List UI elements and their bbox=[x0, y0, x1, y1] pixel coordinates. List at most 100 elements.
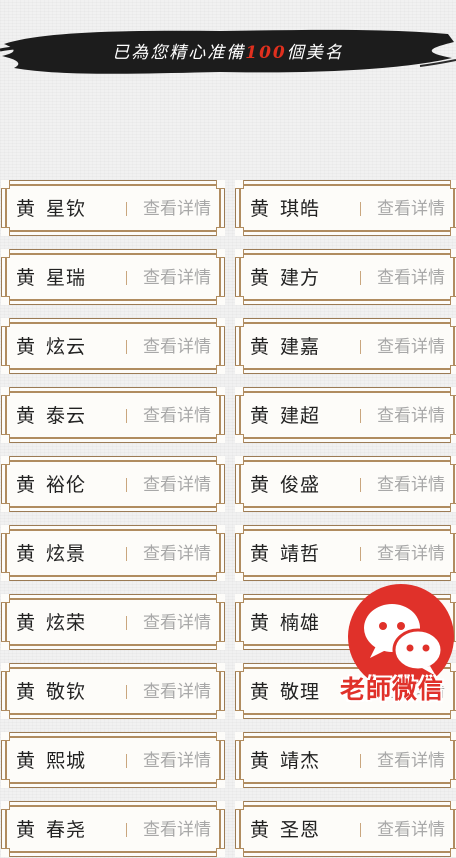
header-banner: 已為您精心准備100個美名 bbox=[0, 22, 456, 80]
view-details-link[interactable]: 查看详情 bbox=[377, 250, 445, 306]
view-details-link[interactable]: 查看详情 bbox=[377, 802, 445, 858]
surname: 黄 bbox=[250, 267, 271, 289]
card-corner-ornament bbox=[235, 318, 244, 327]
card-corner-ornament bbox=[450, 848, 456, 857]
given-name: 炫云 bbox=[46, 336, 87, 358]
card-corner-ornament bbox=[450, 365, 456, 374]
card-corner-ornament bbox=[235, 663, 244, 672]
given-name: 楠雄 bbox=[280, 612, 321, 634]
view-details-link[interactable]: 查看详情 bbox=[143, 388, 211, 444]
name-card[interactable]: 黄建超 查看详情 bbox=[235, 387, 456, 443]
name-card[interactable]: 黄泰云 查看详情 bbox=[1, 387, 225, 443]
view-details-link[interactable]: 查看详情 bbox=[143, 733, 211, 789]
name-card[interactable]: 黄熙城 查看详情 bbox=[1, 732, 225, 788]
name-card[interactable]: 黄炫景 查看详情 bbox=[1, 525, 225, 581]
card-corner-ornament bbox=[216, 572, 225, 581]
card-corner-ornament bbox=[216, 641, 225, 650]
divider bbox=[126, 685, 127, 699]
view-details-link[interactable]: 查看详情 bbox=[377, 319, 445, 375]
surname: 黄 bbox=[250, 819, 271, 841]
given-name: 敬钦 bbox=[46, 681, 87, 703]
name-card[interactable]: 黄星钦 查看详情 bbox=[1, 180, 225, 236]
card-corner-ornament bbox=[216, 732, 225, 741]
card-corner-ornament bbox=[450, 732, 456, 741]
card-corner-ornament bbox=[1, 525, 10, 534]
card-corner-ornament bbox=[450, 227, 456, 236]
full-name: 黄琪皓 bbox=[250, 181, 320, 237]
view-details-link[interactable]: 查看详情 bbox=[143, 250, 211, 306]
name-card[interactable]: 黄裕伦 查看详情 bbox=[1, 456, 225, 512]
card-corner-ornament bbox=[216, 710, 225, 719]
view-details-link[interactable]: 查看详情 bbox=[143, 802, 211, 858]
surname: 黄 bbox=[16, 612, 37, 634]
card-corner-ornament bbox=[1, 801, 10, 810]
divider bbox=[126, 478, 127, 492]
teacher-wechat-button[interactable]: 老師微信 bbox=[340, 584, 456, 710]
card-corner-ornament bbox=[235, 710, 244, 719]
card-corner-ornament bbox=[235, 180, 244, 189]
name-card[interactable]: 黄炫云 查看详情 bbox=[1, 318, 225, 374]
full-name: 黄星瑞 bbox=[16, 250, 86, 306]
divider bbox=[360, 409, 361, 423]
divider bbox=[126, 754, 127, 768]
view-details-link[interactable]: 查看详情 bbox=[377, 457, 445, 513]
full-name: 黄熙城 bbox=[16, 733, 86, 789]
card-corner-ornament bbox=[1, 710, 10, 719]
card-corner-ornament bbox=[1, 456, 10, 465]
card-corner-ornament bbox=[235, 434, 244, 443]
view-details-link[interactable]: 查看详情 bbox=[377, 526, 445, 582]
name-card[interactable]: 黄春尧 查看详情 bbox=[1, 801, 225, 857]
full-name: 黄俊盛 bbox=[250, 457, 320, 513]
surname: 黄 bbox=[250, 543, 271, 565]
card-corner-ornament bbox=[235, 572, 244, 581]
name-card[interactable]: 黄建嘉 查看详情 bbox=[235, 318, 456, 374]
card-corner-ornament bbox=[1, 732, 10, 741]
name-card[interactable]: 黄建方 查看详情 bbox=[235, 249, 456, 305]
card-corner-ornament bbox=[1, 503, 10, 512]
divider bbox=[126, 202, 127, 216]
view-details-link[interactable]: 查看详情 bbox=[143, 526, 211, 582]
given-name: 建超 bbox=[280, 405, 321, 427]
surname: 黄 bbox=[250, 474, 271, 496]
surname: 黄 bbox=[250, 336, 271, 358]
name-card[interactable]: 黄敬钦 查看详情 bbox=[1, 663, 225, 719]
divider bbox=[126, 616, 127, 630]
view-details-link[interactable]: 查看详情 bbox=[143, 664, 211, 720]
surname: 黄 bbox=[250, 405, 271, 427]
card-corner-ornament bbox=[1, 572, 10, 581]
divider bbox=[360, 340, 361, 354]
card-corner-ornament bbox=[235, 387, 244, 396]
name-card[interactable]: 黄俊盛 查看详情 bbox=[235, 456, 456, 512]
view-details-link[interactable]: 查看详情 bbox=[143, 595, 211, 651]
name-card[interactable]: 黄炫荣 查看详情 bbox=[1, 594, 225, 650]
surname: 黄 bbox=[250, 198, 271, 220]
card-corner-ornament bbox=[216, 249, 225, 258]
view-details-link[interactable]: 查看详情 bbox=[377, 388, 445, 444]
full-name: 黄炫云 bbox=[16, 319, 86, 375]
view-details-link[interactable]: 查看详情 bbox=[377, 181, 445, 237]
card-corner-ornament bbox=[216, 365, 225, 374]
card-corner-ornament bbox=[235, 365, 244, 374]
divider bbox=[126, 547, 127, 561]
card-corner-ornament bbox=[216, 180, 225, 189]
full-name: 黄建嘉 bbox=[250, 319, 320, 375]
name-card[interactable]: 黄星瑞 查看详情 bbox=[1, 249, 225, 305]
card-corner-ornament bbox=[450, 779, 456, 788]
name-card[interactable]: 黄靖哲 查看详情 bbox=[235, 525, 456, 581]
surname: 黄 bbox=[16, 267, 37, 289]
card-corner-ornament bbox=[1, 318, 10, 327]
divider bbox=[126, 409, 127, 423]
name-card[interactable]: 黄靖杰 查看详情 bbox=[235, 732, 456, 788]
card-corner-ornament bbox=[235, 503, 244, 512]
view-details-link[interactable]: 查看详情 bbox=[143, 319, 211, 375]
view-details-link[interactable]: 查看详情 bbox=[143, 457, 211, 513]
full-name: 黄靖哲 bbox=[250, 526, 320, 582]
surname: 黄 bbox=[16, 819, 37, 841]
given-name: 俊盛 bbox=[280, 474, 321, 496]
card-corner-ornament bbox=[216, 227, 225, 236]
view-details-link[interactable]: 查看详情 bbox=[377, 733, 445, 789]
full-name: 黄炫荣 bbox=[16, 595, 86, 651]
name-card[interactable]: 黄圣恩 查看详情 bbox=[235, 801, 456, 857]
view-details-link[interactable]: 查看详情 bbox=[143, 181, 211, 237]
name-card[interactable]: 黄琪皓 查看详情 bbox=[235, 180, 456, 236]
